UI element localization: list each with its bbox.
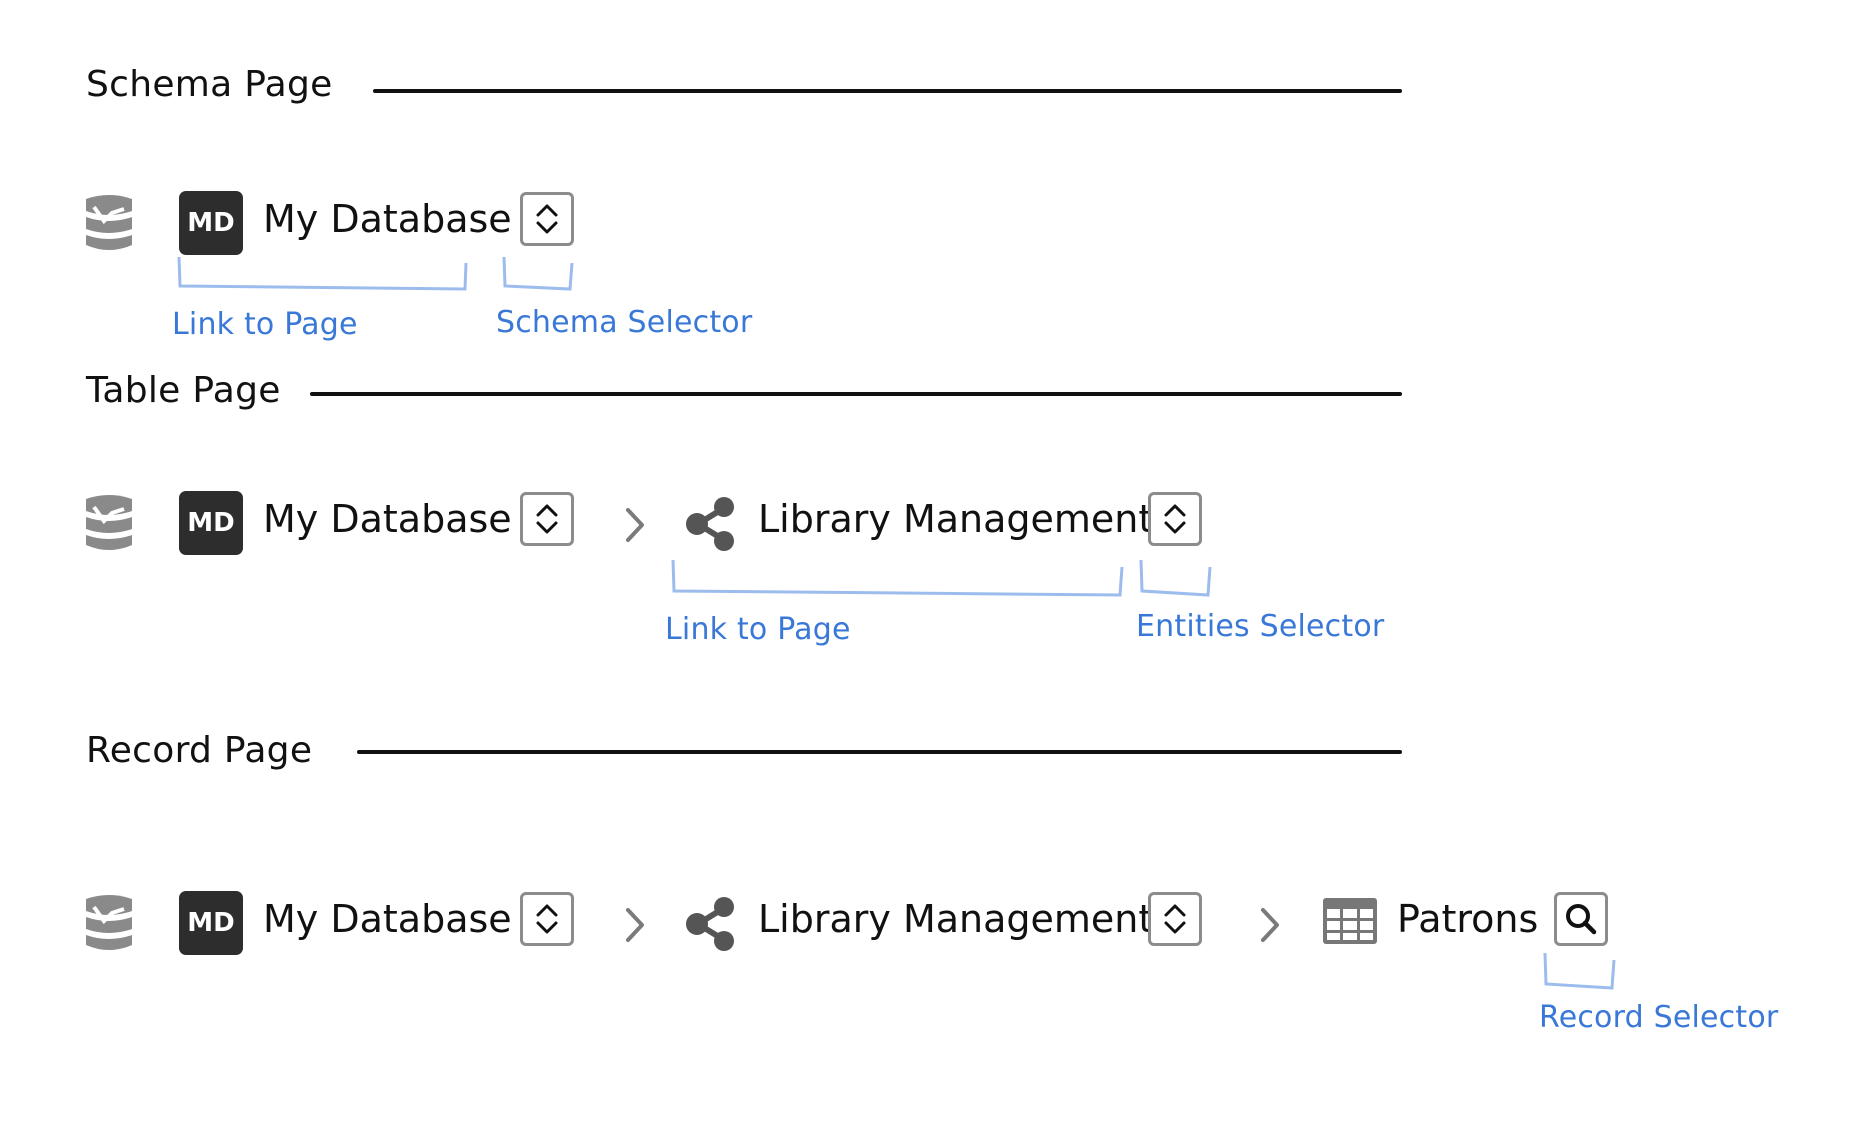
chevron-right-icon <box>1261 908 1279 942</box>
schema-selector-button[interactable] <box>520 892 574 946</box>
annotation-schema-selector: Schema Selector <box>496 305 753 340</box>
database-link[interactable]: My Database <box>263 496 512 542</box>
table-grid-icon <box>1323 898 1377 944</box>
up-down-icon <box>536 204 558 234</box>
annotation-record-selector: Record Selector <box>1539 1000 1779 1035</box>
section-title-record-page: Record Page <box>86 730 313 771</box>
schema-selector-button[interactable] <box>520 492 574 546</box>
entities-selector-button[interactable] <box>1148 492 1202 546</box>
database-link[interactable]: My Database <box>263 896 512 942</box>
link-bracket <box>177 256 468 291</box>
chevron-right-icon <box>626 508 644 542</box>
search-icon <box>1566 904 1597 935</box>
database-icon <box>86 495 132 550</box>
up-down-icon <box>536 904 558 934</box>
annotation-link-to-page: Link to Page <box>172 307 358 342</box>
up-down-icon <box>1164 904 1186 934</box>
database-badge: MD <box>179 891 243 955</box>
database-icon <box>86 895 132 950</box>
selector-bracket <box>502 256 574 291</box>
schema-share-icon <box>686 897 734 951</box>
selector-bracket <box>1139 559 1212 597</box>
database-icon <box>86 195 132 250</box>
schema-link[interactable]: Library Management <box>758 896 1153 942</box>
schema-selector-button[interactable] <box>520 192 574 246</box>
record-selector-button[interactable] <box>1554 892 1608 946</box>
annotation-link-to-page: Link to Page <box>665 612 851 647</box>
schema-share-icon <box>686 497 734 551</box>
up-down-icon <box>536 504 558 534</box>
chevron-right-icon <box>626 908 644 942</box>
section-divider <box>373 89 1402 93</box>
annotation-entities-selector: Entities Selector <box>1136 609 1385 644</box>
table-link[interactable]: Patrons <box>1397 896 1538 942</box>
selector-bracket <box>1543 952 1616 990</box>
section-divider <box>357 750 1402 754</box>
link-bracket <box>671 559 1124 597</box>
database-link[interactable]: My Database <box>263 196 512 242</box>
section-divider <box>310 392 1402 396</box>
up-down-icon <box>1164 504 1186 534</box>
section-title-schema-page: Schema Page <box>86 64 333 105</box>
database-badge: MD <box>179 491 243 555</box>
database-badge: MD <box>179 191 243 255</box>
entities-selector-button[interactable] <box>1148 892 1202 946</box>
section-title-table-page: Table Page <box>86 370 281 411</box>
schema-link[interactable]: Library Management <box>758 496 1153 542</box>
